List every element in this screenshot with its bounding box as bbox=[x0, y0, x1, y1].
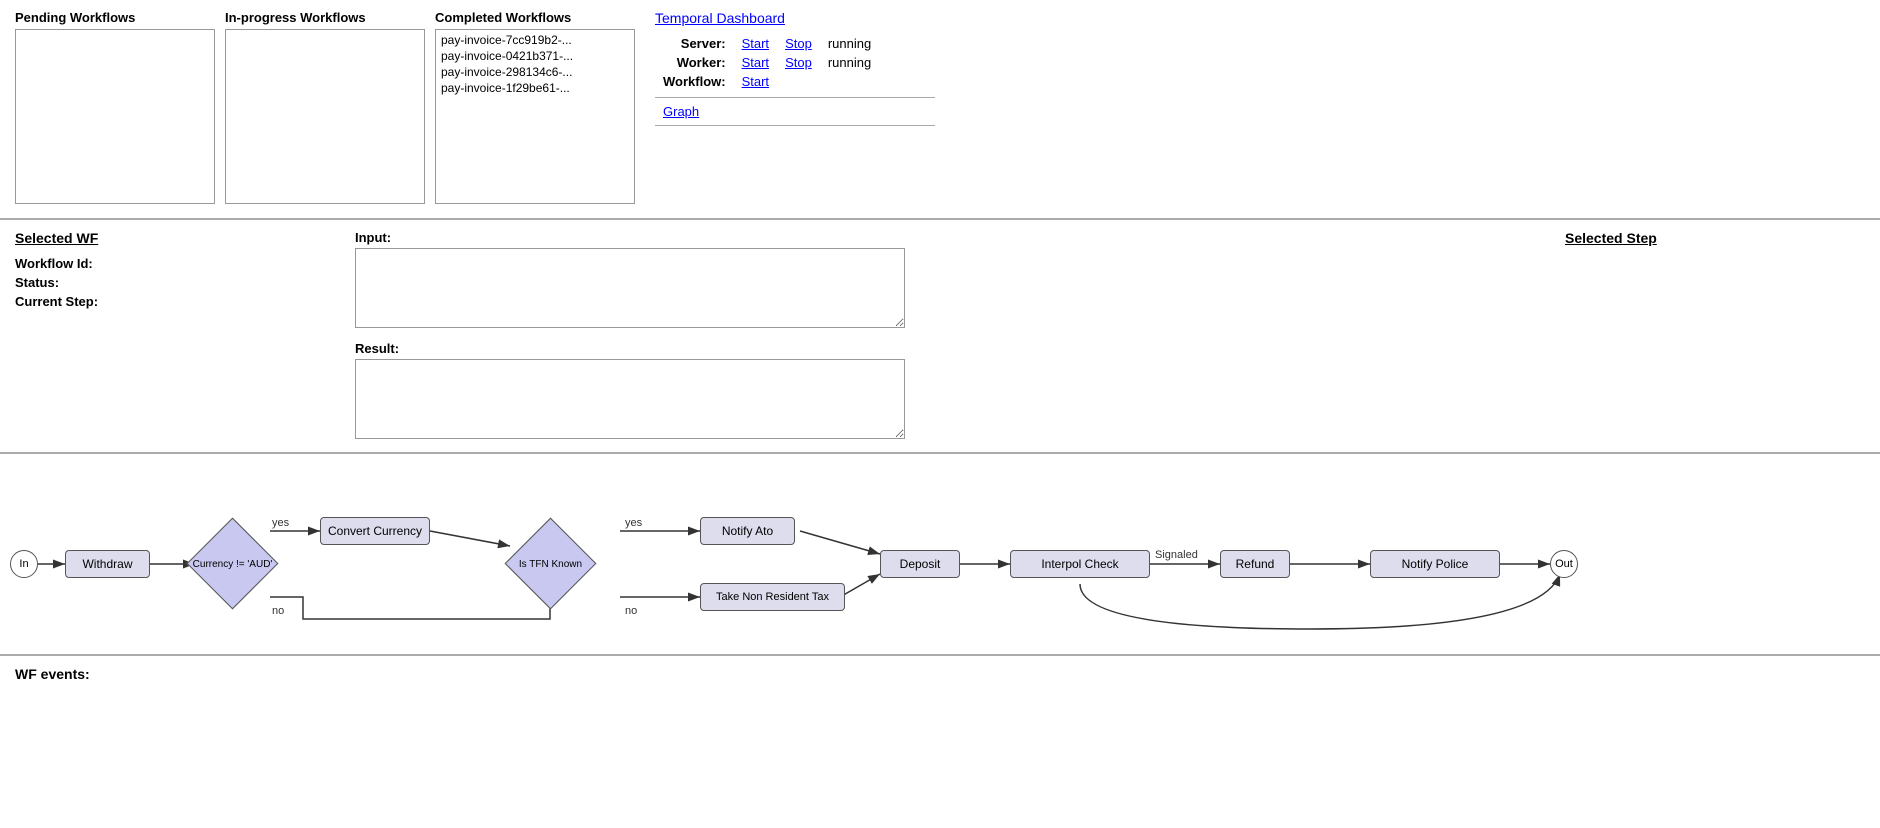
top-section: Pending Workflows In-progress Workflows … bbox=[0, 0, 1880, 220]
worker-label: Worker: bbox=[655, 53, 734, 72]
server-status: running bbox=[820, 34, 879, 53]
inprogress-workflows-label: In-progress Workflows bbox=[225, 10, 425, 25]
list-item[interactable]: pay-invoice-1f29be61-... bbox=[438, 80, 632, 96]
server-start-link[interactable]: Start bbox=[742, 36, 769, 51]
dashboard-title-link[interactable]: Temporal Dashboard bbox=[655, 10, 785, 26]
node-take-non-resident[interactable]: Take Non Resident Tax bbox=[700, 583, 845, 611]
svg-text:yes: yes bbox=[272, 517, 290, 529]
wf-events-title: WF events: bbox=[15, 666, 1865, 682]
workflow-start-link[interactable]: Start bbox=[742, 74, 769, 89]
selected-wf-section: Selected WF Workflow Id: Status: Current… bbox=[15, 230, 335, 442]
selected-step-section: Selected Step bbox=[1565, 230, 1865, 442]
workflow-row: Workflow: Start bbox=[655, 72, 879, 91]
completed-workflows-column: Completed Workflows pay-invoice-7cc919b2… bbox=[435, 10, 635, 208]
worker-stop-link[interactable]: Stop bbox=[785, 55, 812, 70]
graph-canvas: yes no yes no Signaled bbox=[0, 474, 1860, 634]
node-out[interactable]: Out bbox=[1550, 550, 1578, 578]
completed-workflows-list[interactable]: pay-invoice-7cc919b2-...pay-invoice-0421… bbox=[435, 29, 635, 204]
dashboard-section: Temporal Dashboard Server: Start Stop ru… bbox=[655, 10, 955, 208]
result-textarea[interactable] bbox=[355, 359, 905, 439]
worker-row: Worker: Start Stop running bbox=[655, 53, 879, 72]
dashboard-divider2 bbox=[655, 125, 935, 126]
graph-section: yes no yes no Signaled bbox=[0, 454, 1880, 656]
input-field-group: Input: bbox=[355, 230, 1545, 331]
middle-section: Selected WF Workflow Id: Status: Current… bbox=[0, 220, 1880, 454]
result-field-group: Result: bbox=[355, 341, 1545, 442]
input-textarea[interactable] bbox=[355, 248, 905, 328]
inprogress-workflows-column: In-progress Workflows bbox=[225, 10, 425, 208]
wf-events-section: WF events: bbox=[0, 656, 1880, 692]
server-stop-link[interactable]: Stop bbox=[785, 36, 812, 51]
worker-start-link[interactable]: Start bbox=[742, 55, 769, 70]
svg-text:no: no bbox=[272, 605, 284, 617]
dashboard-table: Server: Start Stop running Worker: Start… bbox=[655, 34, 879, 91]
list-item[interactable]: pay-invoice-0421b371-... bbox=[438, 48, 632, 64]
graph-link[interactable]: Graph bbox=[663, 104, 699, 119]
input-label: Input: bbox=[355, 230, 1545, 245]
selected-wf-title: Selected WF bbox=[15, 230, 335, 246]
completed-workflows-label: Completed Workflows bbox=[435, 10, 635, 25]
dashboard-divider bbox=[655, 97, 935, 98]
svg-text:no: no bbox=[625, 605, 637, 617]
workflow-label: Workflow: bbox=[655, 72, 734, 91]
pending-workflows-column: Pending Workflows bbox=[15, 10, 215, 208]
node-interpol-check[interactable]: Interpol Check bbox=[1010, 550, 1150, 578]
node-convert-currency[interactable]: Convert Currency bbox=[320, 517, 430, 545]
pending-workflows-label: Pending Workflows bbox=[15, 10, 215, 25]
server-row: Server: Start Stop running bbox=[655, 34, 879, 53]
node-refund[interactable]: Refund bbox=[1220, 550, 1290, 578]
input-result-section: Input: Result: bbox=[355, 230, 1545, 442]
node-notify-ato[interactable]: Notify Ato bbox=[700, 517, 795, 545]
workflow-id-field: Workflow Id: bbox=[15, 256, 335, 271]
svg-text:yes: yes bbox=[625, 517, 643, 529]
result-label: Result: bbox=[355, 341, 1545, 356]
current-step-field: Current Step: bbox=[15, 294, 335, 309]
node-notify-police[interactable]: Notify Police bbox=[1370, 550, 1500, 578]
selected-step-title: Selected Step bbox=[1565, 230, 1865, 246]
node-in[interactable]: In bbox=[10, 550, 38, 578]
workflow-columns: Pending Workflows In-progress Workflows … bbox=[15, 10, 635, 208]
svg-text:Timeout: Timeout bbox=[1290, 633, 1329, 634]
server-label: Server: bbox=[655, 34, 734, 53]
inprogress-workflows-list[interactable] bbox=[225, 29, 425, 204]
list-item[interactable]: pay-invoice-298134c6-... bbox=[438, 64, 632, 80]
node-deposit[interactable]: Deposit bbox=[880, 550, 960, 578]
status-field: Status: bbox=[15, 275, 335, 290]
list-item[interactable]: pay-invoice-7cc919b2-... bbox=[438, 32, 632, 48]
node-withdraw[interactable]: Withdraw bbox=[65, 550, 150, 578]
svg-text:Signaled: Signaled bbox=[1155, 549, 1198, 561]
worker-status: running bbox=[820, 53, 879, 72]
pending-workflows-list[interactable] bbox=[15, 29, 215, 204]
